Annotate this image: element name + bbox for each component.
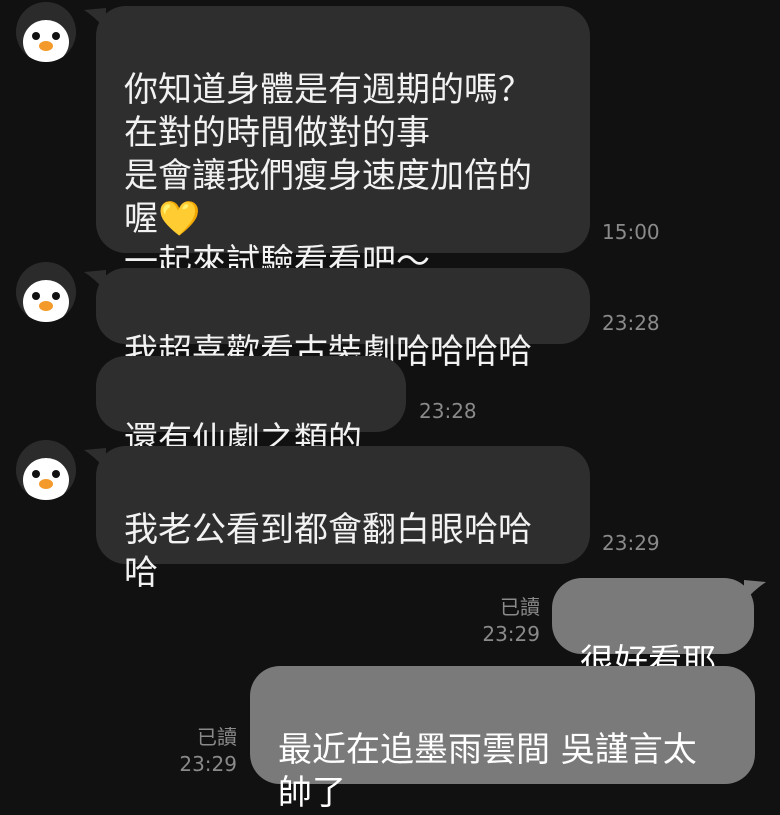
- message-time: 23:29: [482, 622, 540, 646]
- message-meta: 已讀 23:29: [137, 724, 237, 778]
- message-bubble-incoming[interactable]: 還有仙劇之類的: [96, 356, 406, 460]
- penguin-avatar-icon[interactable]: [16, 440, 76, 500]
- penguin-avatar-icon[interactable]: [16, 262, 76, 322]
- bubble-tail: [744, 580, 766, 602]
- message-time: 23:28: [602, 311, 660, 335]
- message-time: 15:00: [602, 220, 660, 244]
- message-time: 23:29: [179, 752, 237, 776]
- message-time: 23:29: [602, 531, 660, 555]
- message-bubble-outgoing[interactable]: 最近在追墨雨雲間 吳謹言太 帥了: [250, 666, 755, 813]
- message-text: 最近在追墨雨雲間 吳謹言太 帥了: [278, 730, 697, 813]
- read-receipt: 已讀: [197, 725, 237, 749]
- message-bubble-incoming[interactable]: 我超喜歡看古裝劇哈哈哈哈: [96, 268, 590, 372]
- message-bubble-incoming[interactable]: 我老公看到都會翻白眼哈哈 哈: [96, 446, 590, 593]
- message-bubble-outgoing[interactable]: 很好看耶: [552, 578, 754, 682]
- message-bubble-incoming[interactable]: 你知道身體是有週期的嗎？ 在對的時間做對的事 是會讓我們瘦身速度加倍的 喔💛 一…: [96, 6, 590, 282]
- message-time: 23:28: [419, 399, 477, 423]
- penguin-avatar-icon[interactable]: [16, 2, 76, 62]
- message-text: 我老公看到都會翻白眼哈哈 哈: [124, 510, 532, 593]
- read-receipt: 已讀: [500, 595, 540, 619]
- message-text: 你知道身體是有週期的嗎？ 在對的時間做對的事 是會讓我們瘦身速度加倍的 喔💛 一…: [124, 70, 532, 282]
- message-meta: 已讀 23:29: [440, 594, 540, 648]
